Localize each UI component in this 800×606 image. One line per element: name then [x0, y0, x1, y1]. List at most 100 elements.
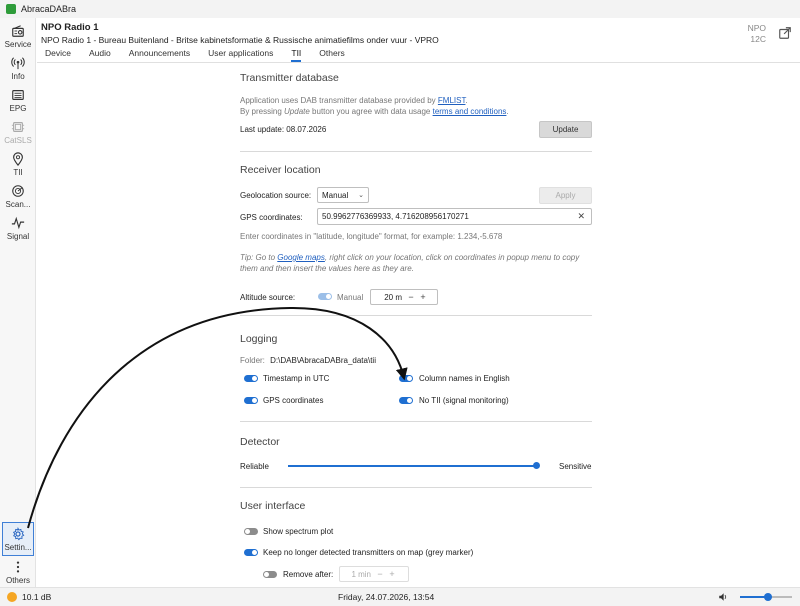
external-link-icon[interactable] — [778, 26, 792, 40]
logging-title: Logging — [240, 333, 278, 345]
tab-device[interactable]: Device — [45, 48, 71, 62]
close-icon[interactable]: ✕ — [577, 211, 585, 222]
remove-after-toggle[interactable] — [263, 571, 277, 578]
agree-prefix: By pressing — [240, 107, 285, 116]
sidebar-item-scan[interactable]: Scan... — [0, 180, 36, 212]
tab-others[interactable]: Others — [319, 48, 345, 62]
title-bar: AbracaDABra — [0, 0, 800, 18]
sidebar-item-info[interactable]: Info — [0, 52, 36, 84]
show-spectrum-toggle[interactable] — [244, 528, 258, 535]
transmitter-database-title: Transmitter database — [240, 72, 339, 84]
altitude-stepper[interactable]: 20 m − + — [370, 289, 438, 305]
section-divider — [240, 487, 592, 488]
detector-slider-thumb[interactable] — [533, 462, 540, 469]
agree-suffix: . — [506, 107, 509, 116]
remove-after-value: 1 min — [351, 569, 371, 579]
broadcast-icon — [11, 57, 25, 70]
section-divider — [240, 421, 592, 422]
detector-slider-track[interactable] — [288, 465, 538, 467]
settings-tabs: Device Audio Announcements User applicat… — [37, 48, 800, 62]
tab-announcements[interactable]: Announcements — [129, 48, 190, 62]
timestamp-utc-label: Timestamp in UTC — [263, 374, 330, 383]
folder-path: D:\DAB\AbracaDABra_data\tii — [270, 356, 376, 365]
terms-link[interactable]: terms and conditions — [433, 107, 507, 116]
terms-agreement-text: By pressing Update button you agree with… — [240, 107, 509, 116]
window-title: AbracaDABra — [21, 4, 77, 14]
apply-button[interactable]: Apply — [539, 187, 592, 204]
more-vertical-icon — [16, 561, 20, 573]
column-names-english-label: Column names in English — [419, 374, 510, 383]
minus-icon[interactable]: − — [405, 292, 417, 302]
agree-middle: button you agree with data usage — [309, 107, 433, 116]
plus-icon[interactable]: + — [417, 292, 429, 302]
google-maps-tip: Tip: Go to Google maps, right click on y… — [240, 253, 579, 262]
geolocation-source-select[interactable]: Manual ⌄ — [317, 187, 369, 203]
keep-transmitters-label: Keep no longer detected transmitters on … — [263, 548, 474, 557]
sidebar-item-signal[interactable]: Signal — [0, 212, 36, 244]
sidebar-item-label: CatSLS — [4, 136, 32, 145]
minus-icon[interactable]: − — [374, 569, 386, 579]
tab-tii[interactable]: TII — [291, 48, 302, 62]
sidebar-item-tii[interactable]: TII — [0, 148, 36, 180]
agree-emphasis: Update — [284, 107, 310, 116]
folder-label: Folder: — [240, 356, 265, 365]
ensemble-name: NPO — [747, 23, 766, 33]
date-time: Friday, 24.07.2026, 13:54 — [338, 592, 435, 602]
database-info-text: Application uses DAB transmitter databas… — [240, 96, 468, 105]
gps-coordinates-input[interactable]: 50.9962776369933, 4.716208956170271 ✕ — [317, 208, 592, 225]
altitude-manual-label: Manual — [337, 293, 364, 302]
sidebar-item-others[interactable]: Others — [0, 556, 36, 588]
geolocation-source-value: Manual — [322, 190, 349, 200]
altitude-source-label: Altitude source: — [240, 293, 296, 302]
gps-coordinates-log-toggle[interactable] — [244, 397, 258, 404]
speaker-icon[interactable] — [718, 592, 728, 602]
altitude-manual-toggle[interactable] — [318, 293, 332, 300]
station-name: NPO Radio 1 — [41, 22, 99, 33]
tab-audio[interactable]: Audio — [89, 48, 111, 62]
fmlist-link[interactable]: FMLIST — [438, 96, 466, 105]
signal-quality-indicator — [7, 592, 17, 602]
detector-reliable-label: Reliable — [240, 462, 269, 471]
timestamp-utc-toggle[interactable] — [244, 375, 258, 382]
sidebar-item-settings[interactable]: Settin... — [2, 522, 34, 556]
location-pin-icon — [13, 152, 23, 166]
update-button[interactable]: Update — [539, 121, 592, 138]
section-divider — [240, 315, 592, 316]
remove-after-label: Remove after: — [283, 570, 334, 579]
receiver-location-title: Receiver location — [240, 164, 321, 176]
gps-coordinates-label: GPS coordinates: — [240, 213, 303, 222]
no-tii-label: No TII (signal monitoring) — [419, 396, 509, 405]
detector-sensitive-label: Sensitive — [559, 462, 592, 471]
remove-after-stepper[interactable]: 1 min − + — [339, 566, 409, 582]
sidebar-item-label: TII — [13, 168, 23, 177]
signal-icon — [11, 216, 25, 230]
sidebar-item-service[interactable]: Service — [0, 20, 36, 52]
catsls-icon — [11, 122, 25, 132]
section-divider — [240, 151, 592, 152]
gear-icon — [12, 527, 25, 541]
sidebar-item-label: Service — [4, 40, 32, 49]
radio-icon — [12, 25, 24, 37]
sidebar: Service Info EPG CatSLS TII Scan... Sign… — [0, 18, 36, 588]
tip-prefix: Tip: Go to — [240, 253, 278, 262]
channel-name: 12C — [750, 34, 766, 44]
chevron-down-icon: ⌄ — [358, 192, 364, 199]
keep-transmitters-toggle[interactable] — [244, 549, 258, 556]
volume-slider-thumb[interactable] — [764, 593, 772, 601]
sidebar-item-epg[interactable]: EPG — [0, 84, 36, 116]
no-tii-toggle[interactable] — [399, 397, 413, 404]
google-maps-link[interactable]: Google maps — [277, 253, 325, 262]
tab-user-applications[interactable]: User applications — [208, 48, 273, 62]
sidebar-item-label: Settin... — [4, 543, 32, 552]
sidebar-item-catsls[interactable]: CatSLS — [0, 116, 36, 148]
epg-icon — [12, 90, 24, 100]
plus-icon[interactable]: + — [386, 569, 398, 579]
column-names-english-toggle[interactable] — [399, 375, 413, 382]
coordinates-format-hint: Enter coordinates in "latitude, longitud… — [240, 232, 503, 241]
user-interface-title: User interface — [240, 500, 306, 512]
tip-suffix: , right click on your location, click on… — [324, 253, 580, 262]
detector-title: Detector — [240, 436, 280, 448]
google-maps-tip-line2: them and then insert the values here as … — [240, 264, 414, 273]
tii-settings-panel: Transmitter database Application uses DA… — [37, 63, 800, 586]
ensemble-info: NPO 12C — [748, 23, 766, 45]
